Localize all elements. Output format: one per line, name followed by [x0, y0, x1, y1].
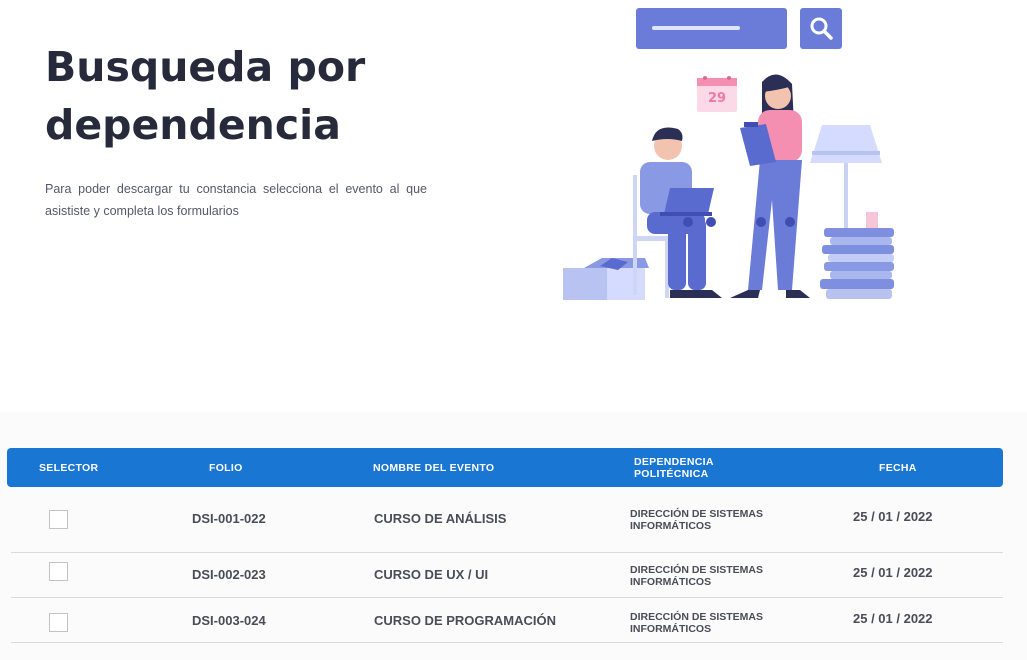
row-selector-checkbox[interactable] — [49, 613, 68, 632]
page-title-line-1: Busqueda por — [45, 43, 366, 91]
events-table-header: SELECTOR FOLIO NOMBRE DEL EVENTO DEPENDE… — [7, 448, 1003, 487]
page-description: Para poder descargar tu constancia selec… — [45, 182, 427, 218]
calendar-day: 29 — [708, 91, 726, 106]
header-selector: SELECTOR — [39, 461, 99, 474]
row-dependencia-line-1: DIRECCIÓN DE SISTEMAS — [630, 610, 764, 623]
header-fecha: FECHA — [879, 461, 917, 474]
header-evento: NOMBRE DEL EVENTO — [373, 461, 495, 474]
table-row: DSI-001-022 CURSO DE ANÁLISIS DIRECCIÓN … — [11, 488, 1003, 553]
row-dependencia: DIRECCIÓN DE SISTEMAS INFORMÁTICOS — [630, 553, 763, 599]
page-title-line-2: dependencia — [45, 101, 341, 149]
search-bar-illustration — [636, 8, 787, 49]
row-dependencia: DIRECCIÓN DE SISTEMAS INFORMÁTICOS — [630, 488, 763, 552]
row-evento: CURSO DE ANÁLISIS — [374, 510, 507, 526]
row-evento: CURSO DE UX / UI — [374, 566, 489, 582]
row-dependencia-line-2: INFORMÁTICOS — [630, 576, 712, 588]
header-folio: FOLIO — [209, 461, 243, 474]
table-row: DSI-002-023 CURSO DE UX / UI DIRECCIÓN D… — [11, 553, 1003, 598]
row-dependencia-line-2: INFORMÁTICOS — [630, 520, 712, 532]
row-selector-checkbox[interactable] — [49, 562, 68, 581]
row-dependencia-line-1: DIRECCIÓN DE SISTEMAS — [630, 507, 764, 520]
header-dependencia: DEPENDENCIA POLITÉCNICA — [634, 448, 714, 487]
standing-person-illustration — [730, 74, 810, 298]
header-dependencia-line-1: DEPENDENCIA — [634, 455, 714, 468]
hero-illustration: 29 — [563, 8, 894, 300]
row-evento: CURSO DE PROGRAMACIÓN — [374, 612, 557, 628]
row-folio: DSI-001-022 — [192, 510, 266, 526]
row-dependencia: DIRECCIÓN DE SISTEMAS INFORMÁTICOS — [630, 598, 763, 648]
row-fecha: 25 / 01 / 2022 — [853, 610, 933, 626]
row-folio: DSI-003-024 — [192, 612, 266, 628]
row-dependencia-line-2: INFORMÁTICOS — [630, 623, 712, 635]
row-folio: DSI-002-023 — [192, 566, 266, 582]
row-dependencia-line-1: DIRECCIÓN DE SISTEMAS — [630, 563, 764, 576]
books-icon — [820, 212, 894, 299]
row-fecha: 25 / 01 / 2022 — [853, 508, 933, 524]
row-selector-checkbox[interactable] — [49, 510, 68, 529]
search-icon — [800, 8, 842, 49]
table-row: DSI-003-024 CURSO DE PROGRAMACIÓN DIRECC… — [11, 598, 1003, 643]
header-dependencia-line-2: POLITÉCNICA — [634, 467, 709, 480]
calendar-icon: 29 — [697, 76, 737, 112]
page-title: Busqueda por dependencia — [45, 38, 465, 154]
row-fecha: 25 / 01 / 2022 — [853, 564, 933, 580]
